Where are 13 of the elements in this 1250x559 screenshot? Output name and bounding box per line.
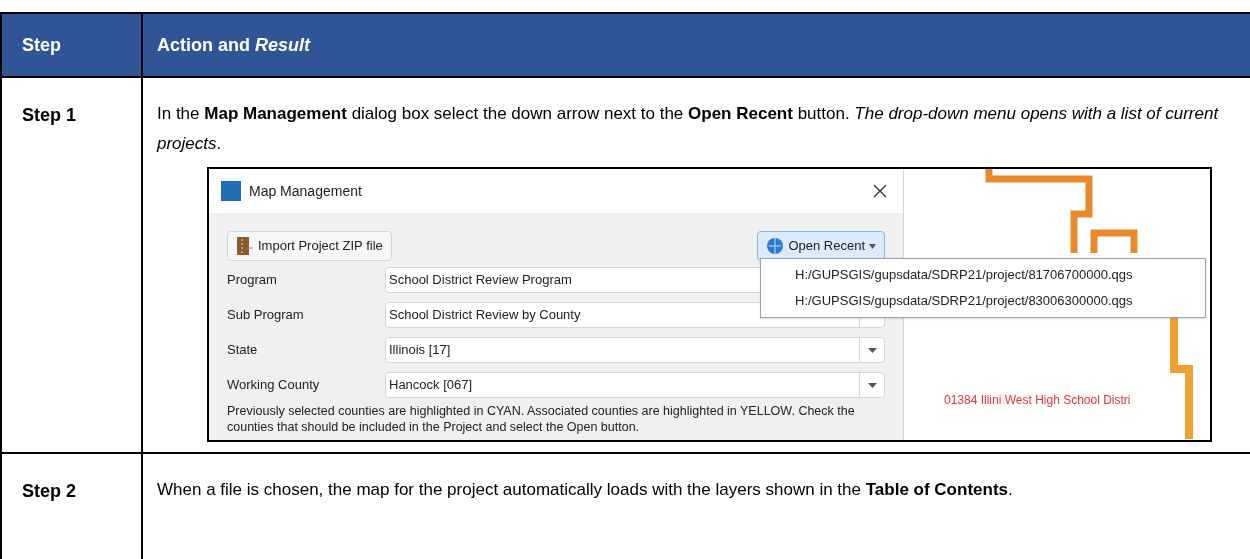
step-label: Step 2 (22, 481, 77, 501)
district-label: 01384 Illini West High School Distri (944, 392, 1131, 409)
column-header: Action and Result (157, 33, 310, 57)
step-description: When a file is chosen, the map for the project automatically loads with the layers shown in the Table of Contents. (157, 479, 1014, 501)
field-label: State (227, 341, 259, 360)
instructions-text: Previously selected counties are highlighted in CYAN. Associated counties are highlighted in YELLOW. Check the counties that should be included in the Project and select the Open button. (226, 403, 856, 435)
column-header: Step (22, 33, 61, 57)
step-label: Step 1 (22, 105, 77, 125)
field-label: Working County (227, 376, 321, 395)
dialog-title: Map Management (249, 181, 362, 201)
field-label: Sub Program (227, 306, 305, 325)
step-description: In the Map Management dialog box select the down arrow next to the Open Recent button. The drop-down menu opens with a list of current projects. (157, 103, 1220, 155)
field-label: Program (227, 271, 278, 290)
